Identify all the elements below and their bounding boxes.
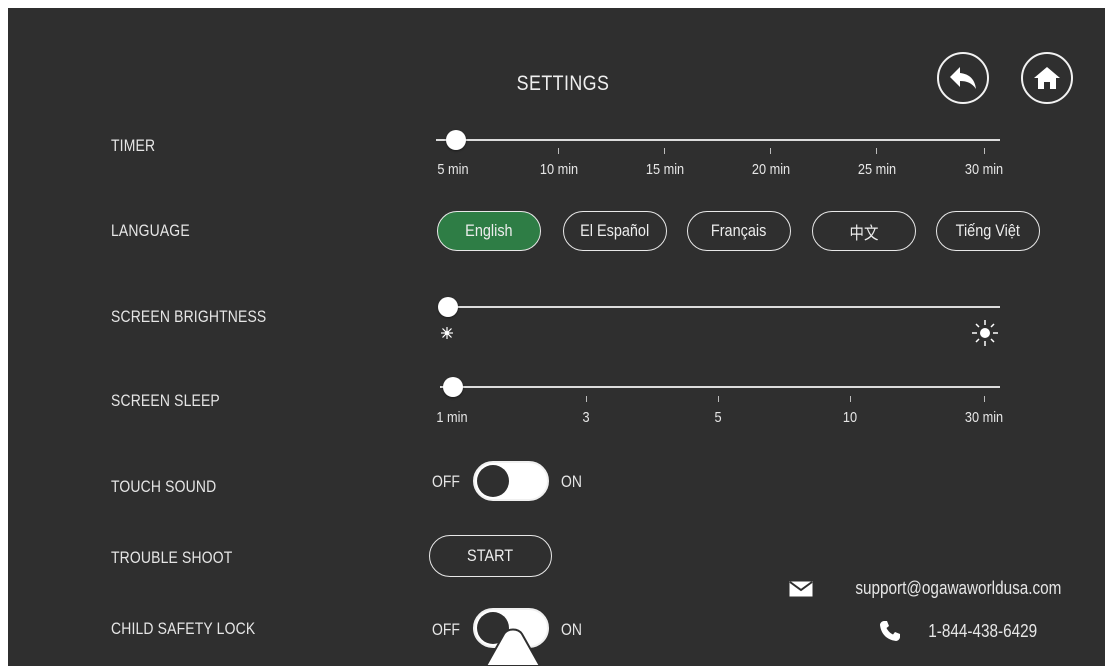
sun-high-icon: [972, 320, 998, 346]
timer-slider-track[interactable]: [436, 139, 1000, 141]
timer-tick-label: 15 min: [645, 161, 685, 178]
language-option-espanol[interactable]: El Español: [563, 211, 667, 251]
timer-tick: [984, 148, 985, 154]
home-icon: [1034, 67, 1060, 89]
support-email-text: support@ogawaworldusa.com: [854, 578, 1061, 598]
timer-tick-label: 5 min: [437, 161, 469, 178]
home-button[interactable]: [1021, 52, 1073, 104]
timer-tick-label: 30 min: [964, 161, 1004, 178]
language-option-chinese[interactable]: 中文: [812, 211, 916, 251]
sleep-slider-knob[interactable]: [443, 377, 463, 397]
language-label: LANGUAGE: [111, 221, 190, 240]
trouble-shoot-start-button[interactable]: START: [429, 535, 552, 577]
brightness-slider-track[interactable]: [448, 306, 1000, 308]
timer-tick: [770, 148, 771, 154]
language-option-english[interactable]: English: [437, 211, 541, 251]
settings-screen: SETTINGS TIMER 5 min 10 min 15 min 20 mi…: [8, 8, 1105, 666]
sleep-tick-label: 10: [842, 409, 858, 426]
sleep-tick-label: 1 min: [436, 409, 468, 426]
language-option-vietnamese[interactable]: Tiếng Việt: [936, 211, 1040, 251]
sleep-label: SCREEN SLEEP: [111, 391, 220, 410]
trouble-shoot-label: TROUBLE SHOOT: [111, 548, 233, 567]
language-option-label: 中文: [849, 223, 879, 243]
envelope-icon: [789, 580, 813, 596]
sun-low-icon: [441, 327, 453, 339]
touch-sound-label: TOUCH SOUND: [111, 477, 217, 496]
sleep-tick: [586, 396, 587, 402]
child-lock-label: CHILD SAFETY LOCK: [111, 619, 256, 638]
touch-sound-toggle[interactable]: [473, 461, 549, 501]
brightness-label: SCREEN BRIGHTNESS: [111, 307, 267, 326]
support-phone[interactable]: 1-844-438-6429: [879, 620, 1037, 642]
support-email[interactable]: support@ogawaworldusa.com: [789, 578, 1061, 599]
timer-tick-label: 25 min: [857, 161, 897, 178]
sleep-tick: [984, 396, 985, 402]
touch-sound-off-label: OFF: [432, 472, 460, 491]
timer-tick: [558, 148, 559, 154]
brightness-slider-knob[interactable]: [438, 297, 458, 317]
start-button-label: START: [467, 546, 514, 565]
timer-tick-label: 10 min: [539, 161, 579, 178]
sleep-slider-track[interactable]: [440, 386, 1000, 388]
back-arrow-icon: [950, 67, 976, 89]
page-title: SETTINGS: [516, 72, 610, 95]
back-button[interactable]: [937, 52, 989, 104]
language-option-label: Français: [711, 221, 767, 240]
sleep-tick: [850, 396, 851, 402]
sleep-tick-label: 5: [714, 409, 722, 426]
language-option-label: El Español: [580, 221, 650, 240]
sleep-tick: [718, 396, 719, 402]
support-phone-text: 1-844-438-6429: [928, 620, 1037, 641]
child-lock-off-label: OFF: [432, 620, 460, 639]
timer-tick-label: 20 min: [751, 161, 791, 178]
phone-icon: [879, 621, 900, 641]
touch-sound-on-label: ON: [561, 472, 582, 491]
language-option-label: English: [465, 221, 513, 240]
toggle-thumb: [477, 465, 509, 497]
timer-label: TIMER: [111, 136, 156, 155]
language-option-francais[interactable]: Français: [687, 211, 791, 251]
sleep-tick-label: 3: [582, 409, 590, 426]
language-option-label: Tiếng Việt: [955, 221, 1021, 240]
pointer-cursor-icon: [484, 628, 542, 666]
sleep-tick-label: 30 min: [964, 409, 1004, 426]
timer-tick: [876, 148, 877, 154]
timer-slider-knob[interactable]: [446, 130, 466, 150]
timer-tick: [664, 148, 665, 154]
